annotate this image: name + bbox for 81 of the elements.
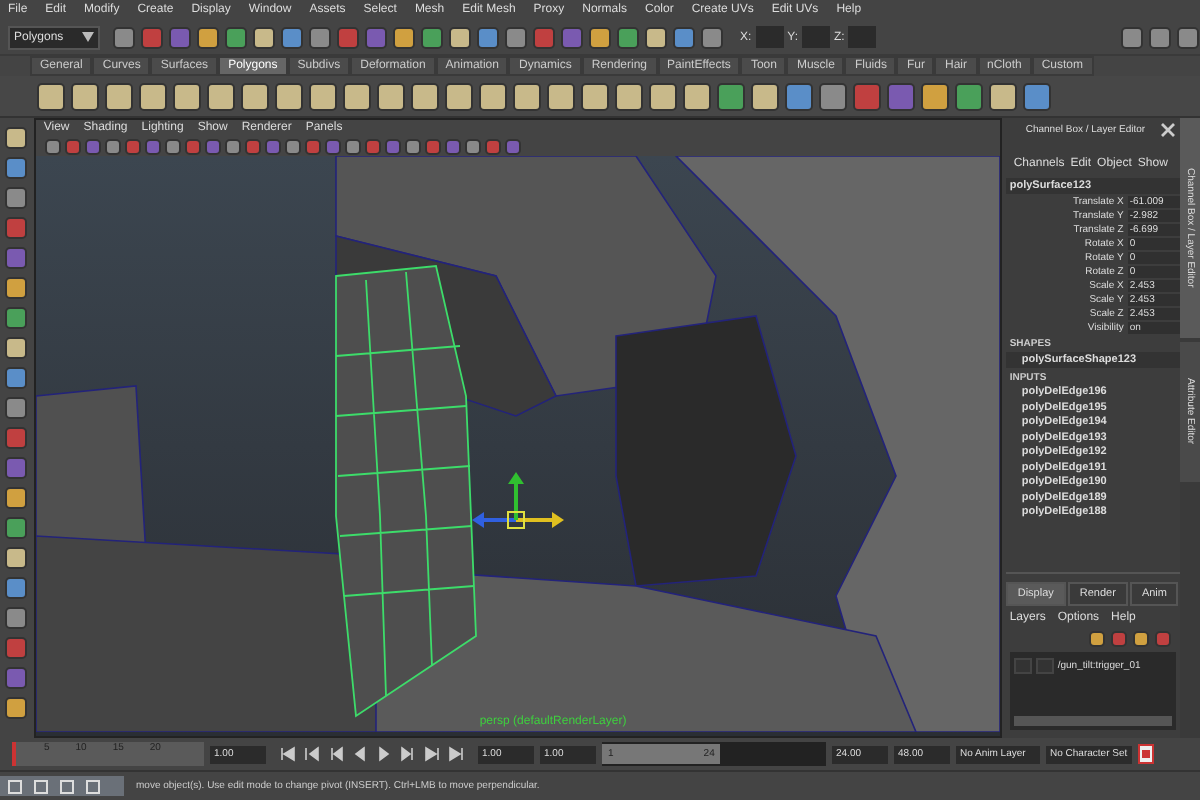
- tool-icon[interactable]: [308, 81, 338, 111]
- tool-icon[interactable]: [700, 25, 724, 49]
- tool-icon[interactable]: [280, 25, 304, 49]
- tool-icon[interactable]: [36, 81, 66, 111]
- tool-icon[interactable]: [308, 25, 332, 49]
- tool-icon[interactable]: [240, 81, 270, 111]
- coordinate-field[interactable]: [755, 26, 784, 48]
- tool-icon[interactable]: [750, 81, 780, 111]
- tool-icon[interactable]: [580, 81, 610, 111]
- tool-icon[interactable]: [4, 696, 29, 720]
- coordinate-field[interactable]: [848, 26, 877, 48]
- tool-icon[interactable]: [644, 25, 668, 49]
- tool-icon[interactable]: [206, 81, 236, 111]
- play-backward-icon[interactable]: [352, 746, 368, 762]
- skip-to-start-icon[interactable]: [280, 746, 296, 762]
- tool-icon[interactable]: [4, 306, 29, 330]
- tool-icon[interactable]: [342, 81, 372, 111]
- tool-icon[interactable]: [616, 25, 640, 49]
- tool-icon[interactable]: [70, 81, 100, 111]
- tool-icon[interactable]: [1022, 81, 1052, 111]
- tool-icon[interactable]: [546, 81, 576, 111]
- tool-icon[interactable]: [682, 81, 712, 111]
- tool-icon[interactable]: [476, 25, 500, 49]
- skip-to-end-icon[interactable]: [448, 746, 464, 762]
- step-back-frame-icon[interactable]: [328, 746, 344, 762]
- tool-icon[interactable]: [376, 81, 406, 111]
- tool-icon[interactable]: [392, 25, 416, 49]
- tool-icon[interactable]: [4, 546, 29, 570]
- tool-icon[interactable]: [504, 25, 528, 49]
- tool-icon[interactable]: [1120, 25, 1144, 49]
- close-icon[interactable]: [1160, 122, 1176, 138]
- tool-icon[interactable]: [104, 81, 134, 111]
- tool-icon[interactable]: [818, 81, 848, 111]
- preferences-icon[interactable]: [1137, 744, 1154, 764]
- tool-icon[interactable]: [138, 81, 168, 111]
- tool-icon[interactable]: [4, 486, 29, 510]
- tool-icon[interactable]: [4, 186, 29, 210]
- playback-toggle[interactable]: [1035, 658, 1054, 674]
- tool-icon[interactable]: [196, 25, 220, 49]
- tool-icon[interactable]: [648, 81, 678, 111]
- tool-icon[interactable]: [588, 25, 612, 49]
- tool-icon[interactable]: [252, 25, 276, 49]
- tool-icon[interactable]: [4, 576, 29, 600]
- caret-icon: [82, 32, 94, 42]
- visibility-toggle[interactable]: [1013, 658, 1032, 674]
- play-forward-icon[interactable]: [376, 746, 392, 762]
- tool-icon[interactable]: [4, 276, 29, 300]
- tool-icon[interactable]: [420, 25, 444, 49]
- tool-icon[interactable]: [512, 81, 542, 111]
- tool-icon[interactable]: [172, 81, 202, 111]
- scrollbar[interactable]: [1013, 716, 1172, 726]
- tool-icon[interactable]: [444, 81, 474, 111]
- step-back-key-icon[interactable]: [304, 746, 320, 762]
- move-manipulator-icon: [471, 472, 564, 529]
- tool-icon[interactable]: [274, 81, 304, 111]
- tool-icon[interactable]: [920, 81, 950, 111]
- tool-icon[interactable]: [4, 606, 29, 630]
- tool-icon[interactable]: [448, 25, 472, 49]
- tool-icon[interactable]: [4, 156, 29, 180]
- tool-icon[interactable]: [4, 366, 29, 390]
- tool-icon[interactable]: [988, 81, 1018, 111]
- tool-icon[interactable]: [112, 25, 136, 49]
- coordinate-field[interactable]: [802, 26, 831, 48]
- step-forward-frame-icon[interactable]: [400, 746, 416, 762]
- tool-icon[interactable]: [478, 81, 508, 111]
- tool-icon[interactable]: [4, 336, 29, 360]
- tool-icon[interactable]: [614, 81, 644, 111]
- current-frame-marker[interactable]: [12, 742, 16, 766]
- tool-icon[interactable]: [4, 126, 29, 150]
- tool-icon[interactable]: [672, 25, 696, 49]
- tool-icon[interactable]: [784, 81, 814, 111]
- tool-icon[interactable]: [716, 81, 746, 111]
- minimized-window[interactable]: [0, 776, 124, 796]
- step-forward-key-icon[interactable]: [424, 746, 440, 762]
- tool-icon[interactable]: [4, 396, 29, 420]
- tool-icon[interactable]: [954, 81, 984, 111]
- tool-icon[interactable]: [410, 81, 440, 111]
- tool-icon[interactable]: [4, 516, 29, 540]
- tool-icon[interactable]: [1176, 25, 1200, 49]
- tool-icon[interactable]: [224, 25, 248, 49]
- tool-icon[interactable]: [1148, 25, 1172, 49]
